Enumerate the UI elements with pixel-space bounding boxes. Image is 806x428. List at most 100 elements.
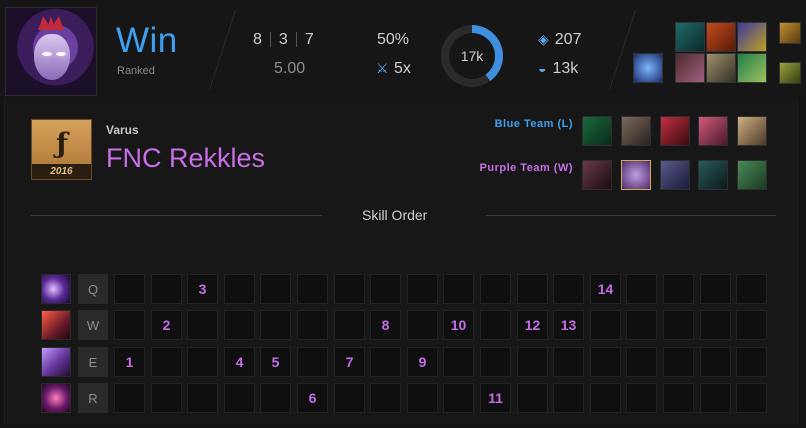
blue-champion-icon[interactable] xyxy=(737,116,767,146)
skill-r-icon xyxy=(41,383,71,413)
skill-level-cell xyxy=(626,347,657,377)
skill-key-label: R xyxy=(78,383,108,413)
item-slot-icon[interactable] xyxy=(706,22,736,52)
purple-champion-icon[interactable] xyxy=(582,160,612,190)
gold-value: 207 xyxy=(554,31,582,48)
kills-value: 8 xyxy=(253,31,262,48)
ring-value: 17k xyxy=(449,33,495,79)
skill-level-cell xyxy=(736,383,767,413)
item-slot-icon[interactable] xyxy=(779,22,801,44)
item-slot-icon[interactable] xyxy=(675,53,705,83)
purple-champion-icon[interactable] xyxy=(698,160,728,190)
skill-level-cell xyxy=(260,310,291,340)
skill-level-cell: 10 xyxy=(443,310,474,340)
skill-level-cell: 9 xyxy=(407,347,438,377)
skill-level-cell xyxy=(700,347,731,377)
skill-w-icon xyxy=(41,310,71,340)
item-slot-icon[interactable] xyxy=(779,62,801,84)
item-slot-icon[interactable] xyxy=(737,53,767,83)
champion-portrait xyxy=(5,7,97,96)
blue-champion-icon[interactable] xyxy=(660,116,690,146)
item-slot-icon[interactable] xyxy=(675,22,705,52)
skill-level-cell xyxy=(700,310,731,340)
blue-champion-icon[interactable] xyxy=(698,116,728,146)
divider-right xyxy=(486,215,776,216)
queue-type: Ranked xyxy=(117,65,155,77)
skill-level-cell xyxy=(736,347,767,377)
skill-level-cell xyxy=(224,310,255,340)
player-name[interactable]: FNC Rekkles xyxy=(106,143,265,174)
blue-champion-icon[interactable] xyxy=(621,116,651,146)
skill-level-cell xyxy=(334,383,365,413)
skill-level-cell: 8 xyxy=(370,310,401,340)
kda-line: 837 xyxy=(253,31,314,49)
kill-participation: 50% xyxy=(377,31,410,48)
purple-team-label: Purple Team (W) xyxy=(479,162,573,174)
deaths-value: 3 xyxy=(278,31,288,48)
skill-key-label: Q xyxy=(78,274,108,304)
skill-order-title: Skill Order xyxy=(362,207,428,223)
skill-level-cell xyxy=(334,274,365,304)
skill-level-cell xyxy=(553,347,584,377)
skill-level-cell xyxy=(443,347,474,377)
skill-level-cell xyxy=(626,274,657,304)
kda-ratio: 5.00 xyxy=(274,60,306,77)
skill-level-cell xyxy=(663,383,694,413)
skill-level-cell xyxy=(114,310,145,340)
gold-drop-icon: ◈ xyxy=(538,31,549,47)
skill-level-cell xyxy=(443,383,474,413)
skill-level-cell xyxy=(553,383,584,413)
skill-key-label: E xyxy=(78,347,108,377)
cs-value: 13k xyxy=(552,60,579,77)
skill-level-cell xyxy=(151,274,182,304)
skill-level-cell xyxy=(626,310,657,340)
item-slot-icon[interactable] xyxy=(706,53,736,83)
divider-left xyxy=(31,215,322,216)
skill-level-cell xyxy=(224,274,255,304)
skill-level-cell xyxy=(297,274,328,304)
purple-champion-icon[interactable] xyxy=(737,160,767,190)
item-slot-icon[interactable] xyxy=(737,22,767,52)
skill-level-cell xyxy=(480,274,511,304)
skill-q-icon xyxy=(41,274,71,304)
skill-level-cell xyxy=(553,274,584,304)
skill-level-cell xyxy=(663,274,694,304)
team-logo: ƒ 2016 xyxy=(31,119,92,180)
skill-level-cell xyxy=(443,274,474,304)
skill-level-cell: 6 xyxy=(297,383,328,413)
cs-stat: ◒ 13k xyxy=(538,60,578,78)
match-result: Win xyxy=(116,21,178,60)
skill-level-cell xyxy=(480,347,511,377)
skill-level-cell xyxy=(736,310,767,340)
skill-level-cell xyxy=(260,383,291,413)
item-slot-icon[interactable] xyxy=(633,53,663,83)
team-logo-year: 2016 xyxy=(32,164,91,179)
skill-level-cell xyxy=(407,310,438,340)
skill-level-cell xyxy=(590,383,621,413)
purple-champion-icon-selected[interactable] xyxy=(621,160,651,190)
skill-level-cell xyxy=(626,383,657,413)
skill-level-cell xyxy=(407,383,438,413)
skill-level-cell xyxy=(297,347,328,377)
skill-level-cell xyxy=(663,310,694,340)
skill-level-cell xyxy=(334,310,365,340)
skill-level-cell xyxy=(517,383,548,413)
blue-champion-icon[interactable] xyxy=(582,116,612,146)
skill-level-cell xyxy=(151,383,182,413)
skill-level-cell xyxy=(260,274,291,304)
skill-level-cell: 14 xyxy=(590,274,621,304)
multikill-stat: ⚔ 5x xyxy=(376,60,411,78)
skill-level-cell xyxy=(224,383,255,413)
skill-level-cell xyxy=(370,383,401,413)
skill-level-cell: 3 xyxy=(187,274,218,304)
skill-level-cell: 13 xyxy=(553,310,584,340)
assists-value: 7 xyxy=(304,31,314,48)
skill-level-cell xyxy=(663,347,694,377)
skill-level-cell xyxy=(590,310,621,340)
gold-stat: ◈ 207 xyxy=(538,31,581,49)
skill-level-cell: 2 xyxy=(151,310,182,340)
skill-level-cell xyxy=(187,383,218,413)
match-summary-bar: Win Ranked 837 5.00 50% ⚔ 5x 17k ◈ 207 ◒ 13… xyxy=(0,0,806,97)
purple-champion-icon[interactable] xyxy=(660,160,690,190)
skill-level-cell: 12 xyxy=(517,310,548,340)
